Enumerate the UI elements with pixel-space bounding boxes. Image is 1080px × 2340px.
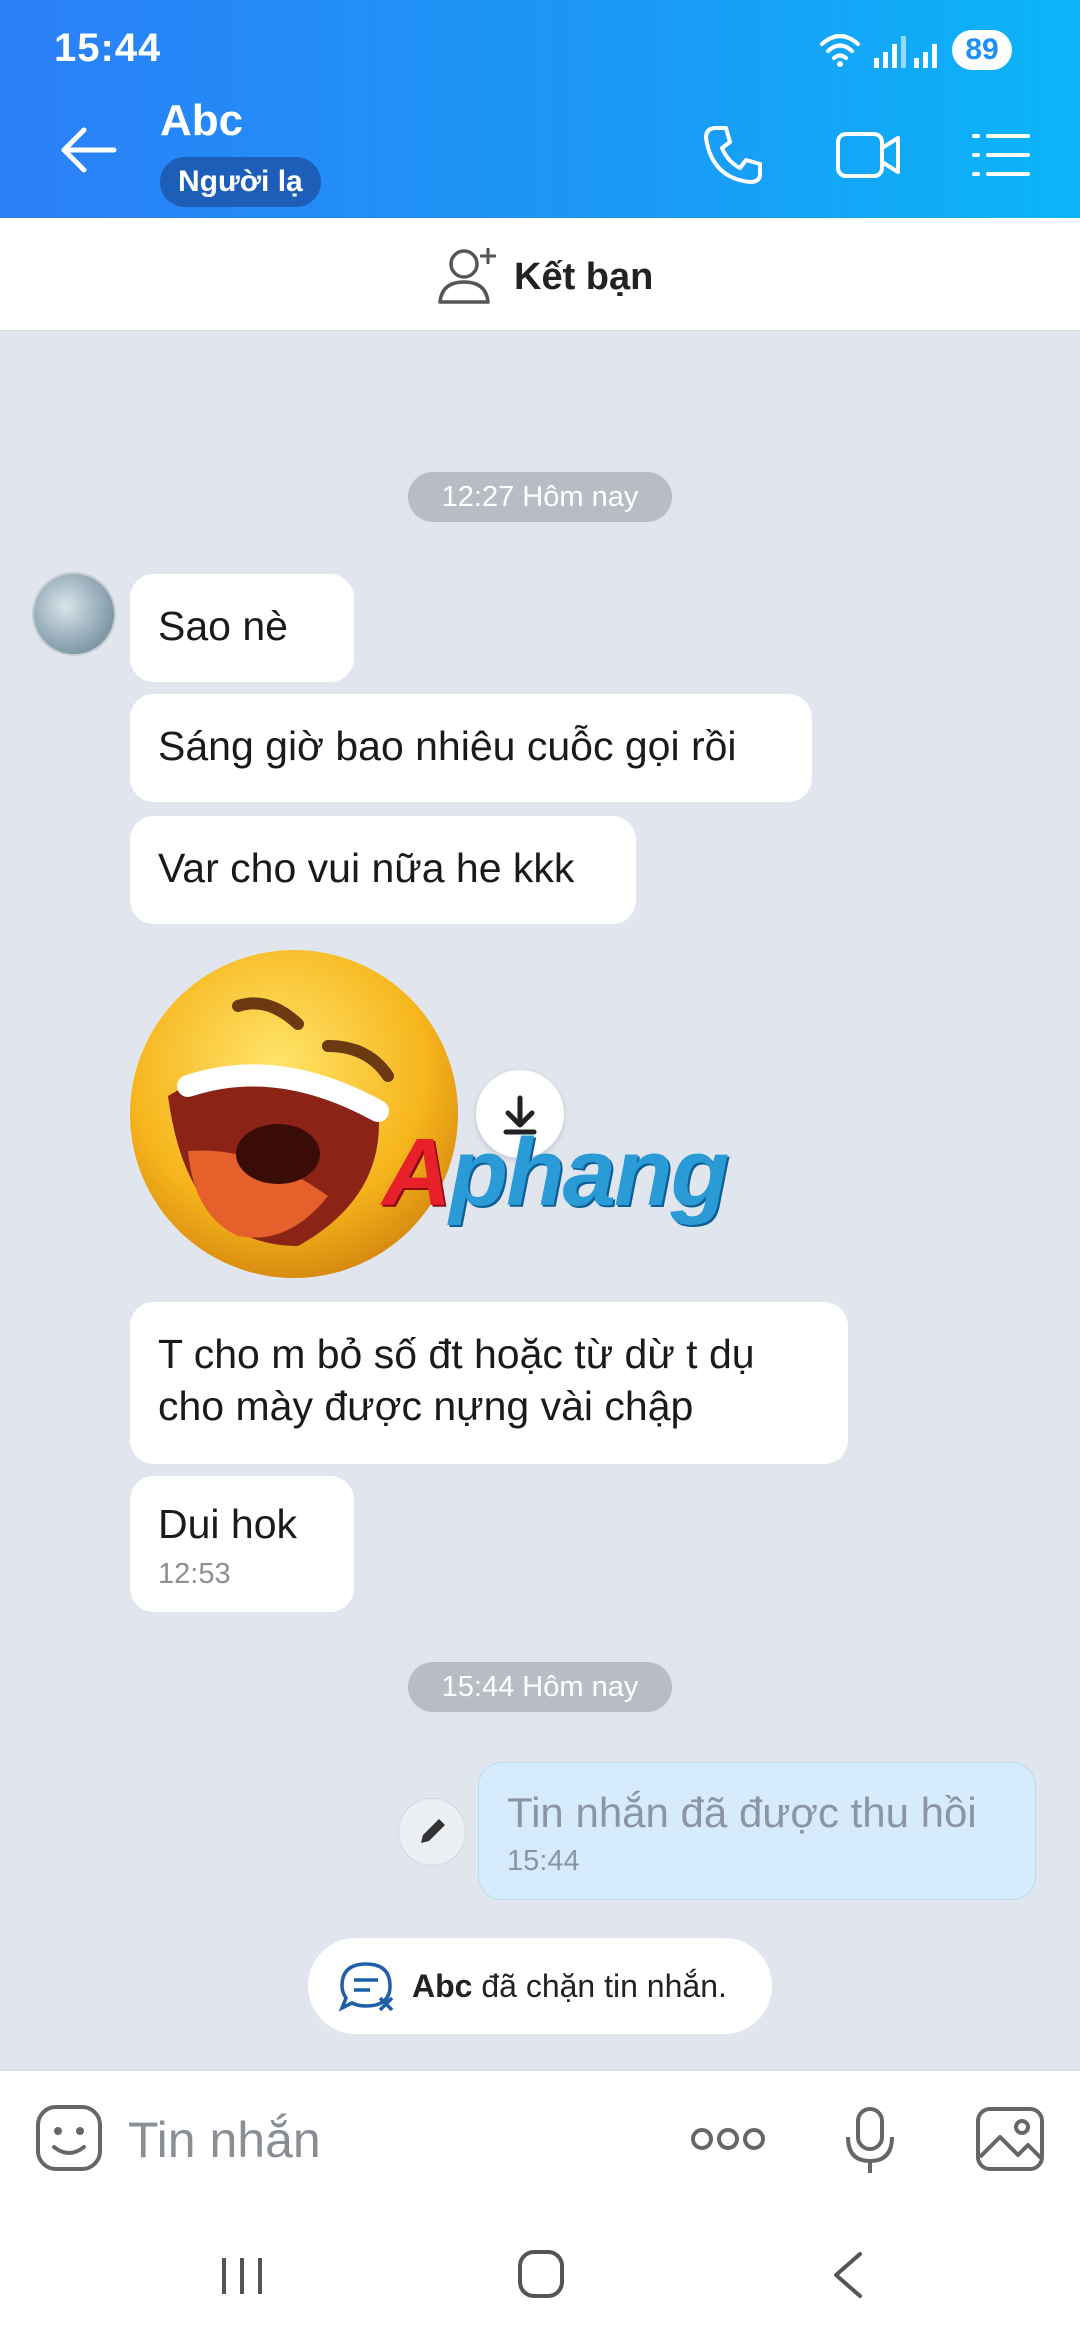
message-input[interactable]	[126, 2109, 630, 2171]
contact-name[interactable]: Abc	[160, 96, 243, 146]
emoji-button[interactable]	[34, 2103, 106, 2175]
message-text: Var cho vui nữa he kkk	[158, 845, 575, 891]
recent-apps-icon	[222, 2258, 262, 2294]
more-button[interactable]	[688, 2117, 768, 2161]
message-text: T cho m bỏ số đt hoặc từ dừ t dụ cho mày…	[158, 1331, 755, 1429]
watermark: Aphang	[382, 1119, 729, 1226]
message-bubble[interactable]: T cho m bỏ số đt hoặc từ dừ t dụ cho mày…	[130, 1302, 848, 1464]
battery-indicator: 89	[952, 30, 1012, 70]
add-friend-label: Kết bạn	[514, 256, 654, 298]
system-navigation-bar	[0, 2210, 1080, 2340]
back-nav-button[interactable]	[824, 2248, 874, 2302]
microphone-icon	[846, 2107, 894, 2173]
arrow-left-icon	[61, 127, 117, 173]
timestamp-divider: 15:44 Hôm nay	[408, 1662, 672, 1712]
phone-icon	[704, 126, 762, 184]
chevron-left-icon	[834, 2252, 862, 2298]
message-time: 12:53	[158, 1558, 231, 1590]
blocked-notice: Abc đã chặn tin nhắn.	[308, 1938, 772, 2034]
add-user-icon	[438, 248, 496, 304]
message-bubble[interactable]: Var cho vui nữa he kkk	[130, 816, 636, 924]
call-button[interactable]	[698, 120, 768, 190]
timestamp-divider: 12:27 Hôm nay	[408, 472, 672, 522]
add-friend-bar[interactable]: Kết bạn	[0, 218, 1080, 331]
chat-blocked-icon	[338, 1962, 394, 2012]
avatar[interactable]	[32, 572, 116, 656]
options-button[interactable]	[968, 120, 1038, 190]
back-button[interactable]	[50, 110, 130, 190]
message-text: Dui hok	[158, 1501, 298, 1547]
gallery-button[interactable]	[974, 2103, 1046, 2175]
voice-button[interactable]	[842, 2105, 898, 2177]
message-bubble[interactable]: Dui hok 12:53	[130, 1476, 354, 1612]
message-bubble[interactable]: Sáng giờ bao nhiêu cuỗc gọi rồi	[130, 694, 812, 802]
message-time: 15:44	[507, 1845, 580, 1877]
recent-apps-button[interactable]	[212, 2250, 272, 2300]
message-bubble[interactable]: Sao nè	[130, 574, 354, 682]
recalled-message[interactable]: Tin nhắn đã được thu hồi 15:44	[478, 1762, 1036, 1900]
image-icon	[976, 2107, 1044, 2171]
home-button[interactable]	[514, 2246, 570, 2302]
chat-header: 15:44 89 Abc Người lạ	[0, 0, 1080, 218]
video-call-button[interactable]	[834, 120, 904, 190]
message-input-bar	[0, 2070, 1080, 2211]
edit-button[interactable]	[398, 1798, 466, 1866]
message-text: Sao nè	[158, 603, 288, 649]
more-dots-icon	[691, 2128, 765, 2150]
status-time: 15:44	[54, 26, 162, 70]
video-camera-icon	[836, 132, 900, 178]
home-icon	[518, 2250, 564, 2298]
sticker-emoji-icon	[36, 2105, 102, 2171]
recalled-text: Tin nhắn đã được thu hồi	[507, 1789, 977, 1836]
laughing-emoji-sticker[interactable]	[128, 946, 468, 1286]
list-menu-icon	[972, 134, 1030, 176]
message-text: Sáng giờ bao nhiêu cuỗc gọi rồi	[158, 723, 737, 769]
signal-icons	[820, 34, 937, 68]
blocked-notice-text: Abc đã chặn tin nhắn.	[412, 1968, 727, 2004]
pencil-icon	[421, 1819, 445, 1843]
stranger-badge: Người lạ	[160, 157, 321, 207]
